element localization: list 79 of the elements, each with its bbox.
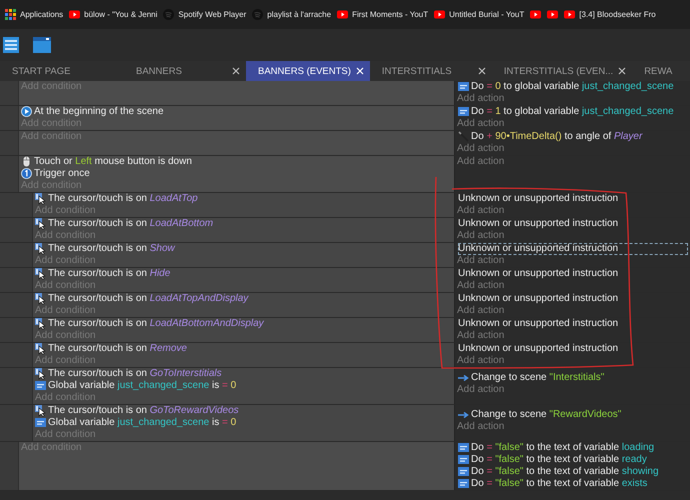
- circle-icon: [163, 9, 174, 20]
- window-icon[interactable]: [32, 35, 52, 55]
- tab[interactable]: BANNERS: [124, 61, 246, 81]
- condition-text[interactable]: Global variable just_changed_scene is = 0: [48, 417, 236, 429]
- cursor-icon: [35, 368, 46, 380]
- arrow-icon: [458, 409, 469, 421]
- mouse-icon: [21, 156, 32, 168]
- tab[interactable]: REWA: [632, 61, 678, 81]
- variable-icon: [458, 466, 469, 478]
- action-text[interactable]: Unknown or unsupported instruction: [458, 243, 618, 255]
- bookmark-link[interactable]: Untitled Burial - YouT: [449, 10, 524, 19]
- bookmark-link[interactable]: Spotify Web Player: [178, 10, 246, 19]
- variable-icon: [35, 380, 46, 392]
- variable-icon: [458, 106, 469, 118]
- condition-text[interactable]: The cursor/touch is on Hide: [48, 268, 170, 280]
- play-icon: [434, 9, 446, 20]
- play-icon: [547, 9, 558, 20]
- action-text[interactable]: Change to scene "RewardVideos": [471, 409, 622, 421]
- tab[interactable]: INTERSTITIALS: [370, 61, 492, 81]
- action-text[interactable]: Unknown or unsupported instruction: [458, 268, 618, 280]
- tab[interactable]: START PAGE: [0, 61, 124, 81]
- action-text[interactable]: Unknown or unsupported instruction: [458, 218, 618, 230]
- close-icon[interactable]: [232, 67, 240, 75]
- action-text[interactable]: Do = "false" to the text of variable loading: [471, 442, 654, 454]
- action-text[interactable]: Unknown or unsupported instruction: [458, 193, 618, 205]
- numbered-circle-icon: [21, 168, 32, 180]
- close-icon[interactable]: [618, 67, 626, 75]
- action-text[interactable]: Do = 1 to global variable just_changed_scene: [471, 106, 674, 118]
- condition-text[interactable]: Global variable just_changed_scene is = 0: [48, 380, 236, 392]
- condition-text[interactable]: Touch or Left mouse button is down: [34, 156, 192, 168]
- circle-icon: [252, 9, 264, 20]
- variable-icon: [458, 81, 469, 93]
- action-text[interactable]: Do = 0 to global variable just_changed_scene: [471, 81, 674, 93]
- action-text[interactable]: Do + 90•TimeDelta() to angle of Player: [471, 131, 642, 143]
- cursor-icon: [35, 318, 46, 330]
- bookmark-link[interactable]: Applications: [20, 10, 64, 19]
- condition-text[interactable]: The cursor/touch is on Remove: [48, 343, 187, 355]
- action-text[interactable]: Do = "false" to the text of variable exists: [471, 478, 648, 490]
- condition-text[interactable]: Trigger once: [34, 168, 90, 180]
- play-icon: [69, 9, 80, 20]
- action-text[interactable]: Do = "false" to the text of variable showing: [471, 466, 659, 478]
- variable-icon: [458, 454, 469, 466]
- action-text[interactable]: Unknown or unsupported instruction: [458, 343, 618, 355]
- action-text[interactable]: Unknown or unsupported instruction: [458, 293, 618, 305]
- play-circle-icon: [21, 106, 32, 118]
- arrow-icon: [458, 372, 469, 384]
- tab[interactable]: BANNERS (EVENTS): [246, 61, 370, 81]
- event-sheet-icon[interactable]: [2, 36, 20, 54]
- cursor-icon: [35, 405, 46, 417]
- play-icon: [530, 9, 542, 20]
- apps-grid-icon: [5, 9, 16, 20]
- cursor-icon: [35, 218, 46, 230]
- condition-text[interactable]: At the beginning of the scene: [34, 106, 164, 118]
- cursor-icon: [35, 343, 46, 355]
- variable-icon: [458, 442, 469, 454]
- play-icon: [337, 9, 348, 20]
- condition-text[interactable]: The cursor/touch is on LoadAtBottom: [48, 218, 214, 230]
- action-text[interactable]: Change to scene "Interstitials": [471, 372, 604, 384]
- condition-text[interactable]: The cursor/touch is on GoToRewardVideos: [48, 405, 239, 417]
- bookmark-link[interactable]: bülow - "You & Jenni: [84, 10, 158, 19]
- cursor-icon: [35, 268, 46, 280]
- play-icon: [564, 9, 576, 20]
- bookmark-link[interactable]: First Moments - YouT: [352, 10, 428, 19]
- variable-icon: [35, 417, 46, 429]
- cursor-icon: [35, 243, 46, 255]
- action-text[interactable]: Do = "false" to the text of variable ready: [471, 454, 647, 466]
- bookmark-link[interactable]: playlist à l'arrache: [267, 10, 332, 19]
- condition-text[interactable]: The cursor/touch is on GoToInterstitials: [48, 368, 222, 380]
- condition-text[interactable]: The cursor/touch is on LoadAtTopAndDisplay: [48, 293, 248, 305]
- condition-text[interactable]: The cursor/touch is on LoadAtBottomAndDisplay: [48, 318, 264, 330]
- action-text[interactable]: Unknown or unsupported instruction: [458, 318, 618, 330]
- condition-text[interactable]: The cursor/touch is on LoadAtTop: [48, 193, 198, 205]
- tab[interactable]: INTERSTITIALS (EVEN...: [492, 61, 632, 81]
- condition-text[interactable]: The cursor/touch is on Show: [48, 243, 175, 255]
- close-icon[interactable]: [478, 67, 486, 75]
- cursor-icon: [35, 293, 46, 305]
- bookmark-link[interactable]: [3.4] Bloodseeker Fro: [579, 10, 656, 19]
- cursor-icon: [35, 193, 46, 205]
- variable-icon: [458, 478, 469, 490]
